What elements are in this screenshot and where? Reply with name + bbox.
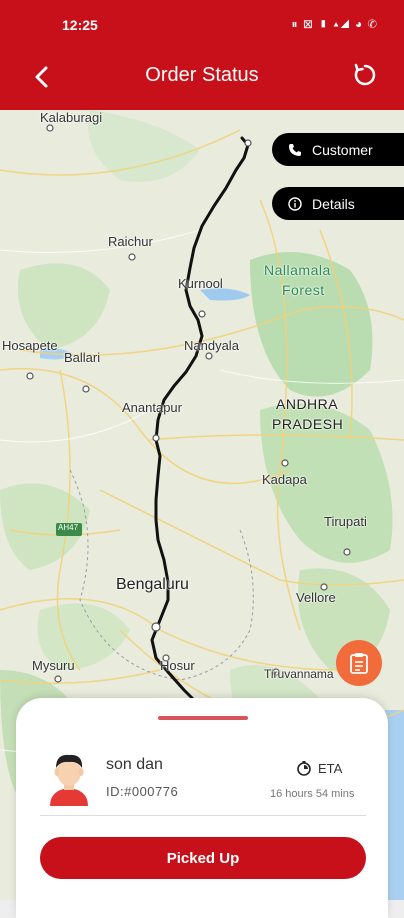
map-label-vellore: Vellore [296,590,336,605]
map-label-kalaburagi: Kalaburagi [40,110,103,125]
stopwatch-icon [297,761,311,776]
map-label-nallamala: Nallamala [264,262,331,278]
order-bottom-sheet: son dan ID:#000776 ETA 16 hours 54 mins … [16,698,388,918]
map-label-nandyala: Nandyala [184,338,239,353]
page-title: Order Status [145,64,259,86]
phone-icon [289,143,301,156]
divider [40,815,366,816]
map-label-raichur: Raichur [108,234,153,249]
order-id: ID:#000776 [106,784,179,799]
map-label-anantapur: Anantapur [122,400,182,415]
map-label-tiruvannama: Tiruvannama [264,667,334,681]
refresh-button[interactable] [352,62,378,88]
app-bar: Order Status [0,48,404,110]
status-icons: ⏸ ⊠ ▮ ▴◢ ◕ ✆ [291,17,378,31]
customer-name: son dan [106,756,163,773]
eta-row: ETA [296,760,342,776]
status-bar: 12:25 ⏸ ⊠ ▮ ▴◢ ◕ ✆ [0,0,404,48]
customer-button[interactable]: Customer [272,133,404,166]
map-label-tirupati: Tirupati [324,514,367,529]
avatar [50,754,88,806]
map-label-andhra: ANDHRA [276,396,339,412]
sheet-handle[interactable] [158,716,248,720]
picked-up-button[interactable]: Picked Up [40,837,366,879]
refresh-icon [354,63,376,86]
map-label-bengaluru: Bengaluru [116,576,189,593]
eta-value: 16 hours 54 mins [270,788,355,800]
map-label-ah47: AH47 [58,523,79,532]
order-checklist-button[interactable] [336,640,382,686]
map-label-kurnool: Kurnool [178,276,223,291]
status-time: 12:25 [62,17,98,33]
map-label-pradesh: PRADESH [272,416,344,432]
map-label-mysuru: Mysuru [32,658,75,673]
map-label-hosur: Hosur [160,658,195,673]
map-label-forest: Forest [282,282,325,298]
details-label: Details [312,195,355,212]
customer-label: Customer [312,141,373,158]
info-icon [288,196,302,211]
map-label-hosapete: Hosapete [2,338,58,353]
map-label-kadapa: Kadapa [262,472,307,487]
details-button[interactable]: Details [272,187,404,220]
clipboard-icon [350,653,368,674]
map-label-ballari: Ballari [64,350,101,365]
eta-label: ETA [318,760,343,776]
